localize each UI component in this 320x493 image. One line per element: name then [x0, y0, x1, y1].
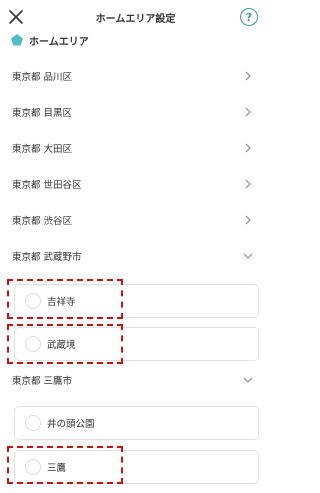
radio-button[interactable] — [25, 336, 41, 352]
help-button[interactable]: ? — [240, 8, 258, 26]
option-musashisakai[interactable]: 武蔵境 — [14, 327, 259, 361]
option-label: 井の頭公園 — [47, 419, 95, 430]
chevron-right-icon — [245, 215, 251, 225]
area-label: 東京都 三鷹市 — [12, 376, 73, 387]
option-mitaka[interactable]: 三鷹 — [14, 450, 259, 484]
chevron-right-icon — [245, 71, 251, 81]
chevron-down-icon — [243, 253, 253, 259]
close-button[interactable] — [6, 7, 26, 27]
area-row-shinagawa[interactable]: 東京都 品川区 — [0, 58, 271, 94]
option-label: 吉祥寺 — [47, 297, 76, 308]
area-label: 東京都 渋谷区 — [12, 216, 73, 227]
area-row-musashino[interactable]: 東京都 武蔵野市 — [0, 238, 271, 274]
section-heading: ホームエリア — [10, 32, 89, 48]
pentagon-icon — [11, 34, 23, 46]
header-bar: ホームエリア設定 ? — [0, 0, 271, 34]
option-label: 武蔵境 — [47, 340, 76, 351]
option-label: 三鷹 — [47, 463, 67, 474]
area-row-mitaka[interactable]: 東京都 三鷹市 — [0, 362, 271, 398]
chevron-down-icon — [243, 377, 253, 383]
area-row-meguro[interactable]: 東京都 目黒区 — [0, 94, 271, 130]
page-title: ホームエリア設定 — [95, 14, 176, 25]
chevron-right-icon — [245, 143, 251, 153]
radio-button[interactable] — [25, 293, 41, 309]
area-label: 東京都 武蔵野市 — [12, 252, 82, 263]
area-label: 東京都 目黒区 — [12, 108, 73, 119]
option-inokashira-park[interactable]: 井の頭公園 — [14, 406, 259, 440]
area-label: 東京都 品川区 — [12, 72, 73, 83]
chevron-right-icon — [245, 107, 251, 117]
area-row-setagaya[interactable]: 東京都 世田谷区 — [0, 166, 271, 202]
radio-button[interactable] — [25, 415, 41, 431]
help-icon: ? — [245, 10, 253, 24]
option-kichijoji[interactable]: 吉祥寺 — [14, 284, 259, 318]
area-label: 東京都 世田谷区 — [12, 180, 82, 191]
radio-button[interactable] — [25, 459, 41, 475]
section-title: ホームエリア — [29, 36, 89, 48]
area-row-shibuya[interactable]: 東京都 渋谷区 — [0, 202, 271, 238]
area-label: 東京都 大田区 — [12, 144, 73, 155]
area-row-ota[interactable]: 東京都 大田区 — [0, 130, 271, 166]
chevron-right-icon — [245, 179, 251, 189]
close-icon — [9, 10, 23, 24]
